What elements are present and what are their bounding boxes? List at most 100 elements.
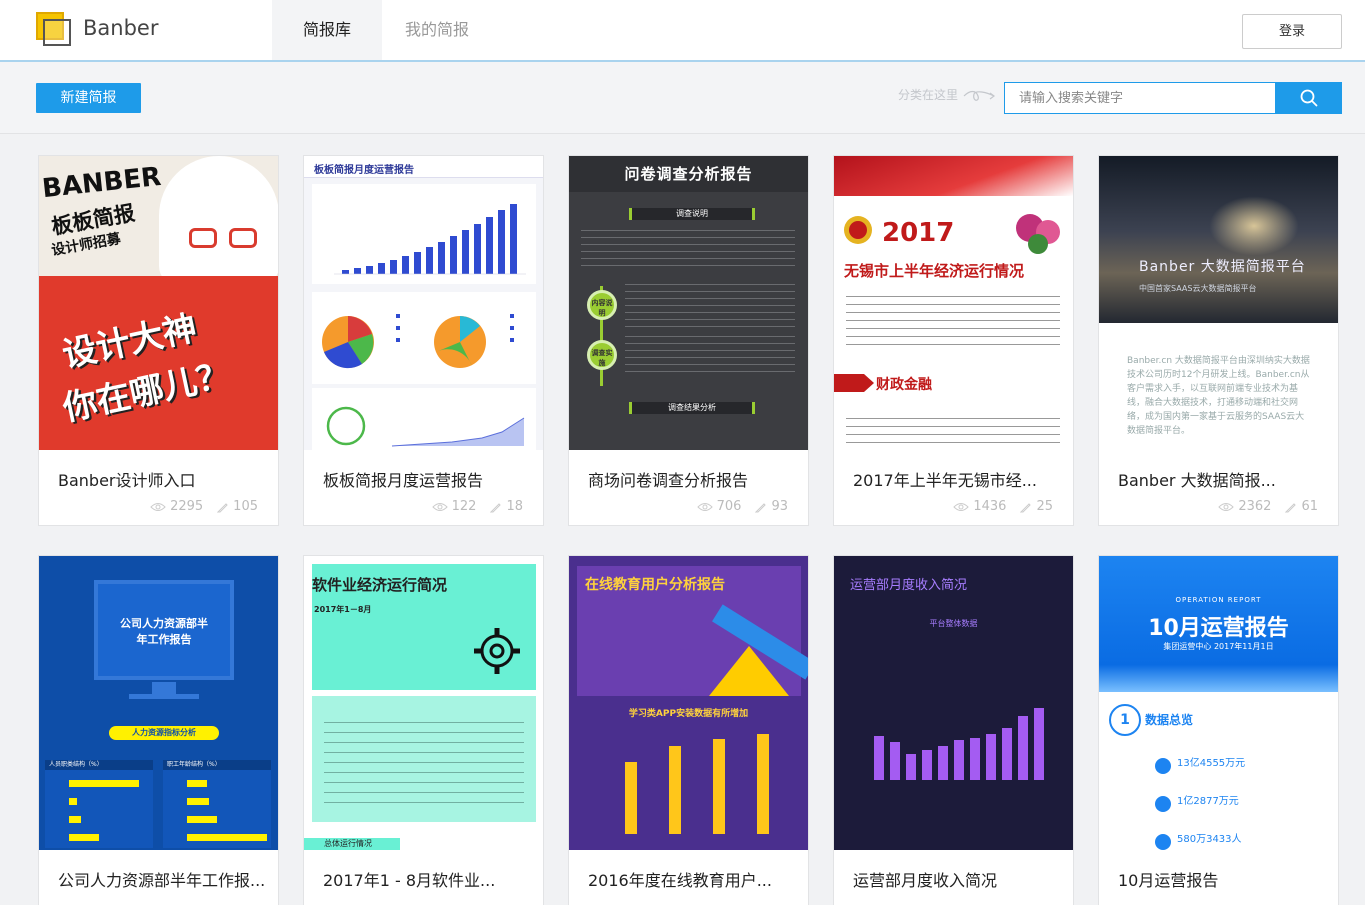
bar-chart-thumb [334,204,526,275]
thumb-text: 职工年龄结构（%） [163,760,271,770]
card-thumbnail[interactable]: 板板简报月度运营报告 [304,156,543,450]
card-stats: 122 18 [431,499,523,514]
card-thumbnail[interactable]: 公司人力资源部半年工作报告 人力资源指标分析 人员职类结构（%） 职工年龄结构（… [39,556,278,850]
thumb-text: 580万3433人 [1177,834,1242,845]
thumb-text: 13亿4555万元 [1177,758,1246,769]
like-count: 25 [1036,499,1053,514]
area-chart-thumb [326,406,525,447]
tab-brief-library[interactable]: 简报库 [272,0,382,60]
banber-logo-icon[interactable] [36,12,72,46]
view-count: 122 [451,499,477,514]
view-count: 2295 [170,499,204,514]
card-thumbnail[interactable]: 在线教育用户分析报告 学习类APP安装数据有所增加 [569,556,808,850]
card-stats: 706 93 [696,499,788,514]
thumb-text: Banber 大数据简报平台 [1139,259,1306,275]
thumb-text: 人力资源指标分析 [109,726,219,740]
thumb-text: 调查说明 [629,208,755,220]
thumb-text: 调查实施 [587,340,617,370]
thumb-text: 运营部月度收入简况 [850,578,968,593]
pie-chart-thumb [322,314,514,369]
brief-card[interactable]: 板板简报月度运营报告 板板简报月度运营报告 122 18 [303,155,544,526]
thumb-text: OPERATION REPORT [1175,596,1262,604]
card-title[interactable]: 10月运营报告 [1118,867,1218,891]
emblem-icon [844,216,872,244]
thumb-text: 总体运行情况 [304,838,400,850]
brief-card[interactable]: 软件业经济运行简况 2017年1－8月 总体运行情况 2017年1 - 8月软件… [303,555,544,905]
thumb-text: 人员职类结构（%） [45,760,153,770]
brief-card[interactable]: BANBER 板板简报 设计师招募 设计大神 你在哪儿？ Banber设计师入口… [38,155,279,526]
view-count: 1436 [973,499,1007,514]
top-bar: Banber 简报库 我的简报 登录 [0,0,1365,62]
thumb-text: 1亿2877万元 [1177,796,1239,807]
card-thumbnail[interactable]: 软件业经济运行简况 2017年1－8月 总体运行情况 [304,556,543,850]
thumb-text: Banber.cn 大数据简报平台由深圳纳实大数据技术公司历时12个月研发上线。… [1127,356,1310,436]
thumb-text: BANBER [40,161,163,205]
thumb-text: 在线教育用户分析报告 [585,577,725,593]
thumb-text: 问卷调查分析报告 [569,156,808,192]
card-stats: 2362 61 [1218,499,1318,514]
like-count: 18 [506,499,523,514]
brief-card[interactable]: Banber 大数据简报平台 中国首家SAAS云大数据简报平台 Banber.c… [1098,155,1339,526]
brief-card[interactable]: OPERATION REPORT 10月运营报告 集团运营中心 2017年11月… [1098,555,1339,905]
new-brief-button[interactable]: 新建简报 [36,83,141,113]
eye-icon [1218,502,1235,511]
thumb-text: 中国首家SAAS云大数据简报平台 [1139,284,1257,293]
curved-arrow-icon [963,90,995,101]
tab-my-briefs[interactable]: 我的简报 [382,0,492,60]
like-count: 61 [1301,499,1318,514]
card-thumbnail[interactable]: 运营部月度收入简况 平台整体数据 [834,556,1073,850]
brief-card[interactable]: 2017 无锡市上半年经济运行情况 财政金融 2017年上半年无锡市经... 1… [833,155,1074,526]
view-count: 706 [716,499,742,514]
card-stats: 1436 25 [953,499,1053,514]
eye-icon [953,502,970,511]
thumb-text: 集团运营中心 2017年11月1日 [1163,642,1274,651]
card-thumbnail[interactable]: Banber 大数据简报平台 中国首家SAAS云大数据简报平台 Banber.c… [1099,156,1338,450]
card-title[interactable]: 2017年1 - 8月软件业... [323,867,495,891]
pencil-icon [217,502,228,512]
card-title[interactable]: 运营部月度收入简况 [853,867,997,891]
pencil-icon [490,502,502,512]
eye-icon [150,502,166,511]
card-title[interactable]: Banber 大数据简报... [1118,467,1276,491]
card-title[interactable]: 商场问卷调查分析报告 [588,467,748,491]
eye-icon [696,502,713,511]
pencil-icon [1020,502,1032,512]
thumb-text: 平台整体数据 [929,619,978,628]
view-count: 2362 [1238,499,1272,514]
brief-card[interactable]: 在线教育用户分析报告 学习类APP安装数据有所增加 2016年度在线教育用户..… [568,555,809,905]
thumb-text: 10月运营报告 [1148,616,1289,641]
like-count: 93 [771,499,788,514]
thumb-text: 板板简报月度运营报告 [304,156,543,178]
card-thumbnail[interactable]: 问卷调查分析报告 调查说明 内容说明 调查实施 调查结果分析 [569,156,808,450]
like-count: 105 [233,499,258,514]
thumb-text: 1 [1109,704,1141,736]
card-thumbnail[interactable]: OPERATION REPORT 10月运营报告 集团运营中心 2017年11月… [1099,556,1338,850]
card-title[interactable]: 2016年度在线教育用户... [588,867,772,891]
eye-icon [431,502,448,511]
card-title[interactable]: Banber设计师入口 [58,467,196,491]
flower-icon [1016,214,1060,254]
search-input[interactable] [1004,82,1276,114]
brand-name[interactable]: Banber [83,16,158,40]
thumb-text: 软件业经济运行简况 [312,576,448,594]
toolbar: 新建简报 分类在这里 [0,62,1365,134]
brief-card[interactable]: 运营部月度收入简况 平台整体数据 运营部月度收入简况 [833,555,1074,905]
search-button[interactable] [1275,82,1342,114]
brief-card[interactable]: 公司人力资源部半年工作报告 人力资源指标分析 人员职类结构（%） 职工年龄结构（… [38,555,279,905]
card-title[interactable]: 2017年上半年无锡市经... [853,467,1037,491]
pencil-icon [1285,502,1297,512]
card-title[interactable]: 公司人力资源部半年工作报... [58,867,265,891]
thumb-text: 无锡市上半年经济运行情况 [844,262,1025,280]
card-thumbnail[interactable]: BANBER 板板简报 设计师招募 设计大神 你在哪儿？ [39,156,278,450]
card-title[interactable]: 板板简报月度运营报告 [323,467,483,491]
thumb-text: 2017年1－8月 [314,605,372,614]
card-stats: 2295 105 [150,499,258,514]
card-thumbnail[interactable]: 2017 无锡市上半年经济运行情况 财政金融 [834,156,1073,450]
thumb-text: 公司人力资源部半年工作报告 [120,617,208,646]
login-button[interactable]: 登录 [1242,14,1342,49]
thumb-text: 2017 [882,218,955,248]
gear-icon [474,628,520,674]
brief-card[interactable]: 问卷调查分析报告 调查说明 内容说明 调查实施 调查结果分析 商场问卷调查分析报… [568,155,809,526]
search-icon [1300,89,1317,107]
category-hint: 分类在这里 [898,88,959,102]
